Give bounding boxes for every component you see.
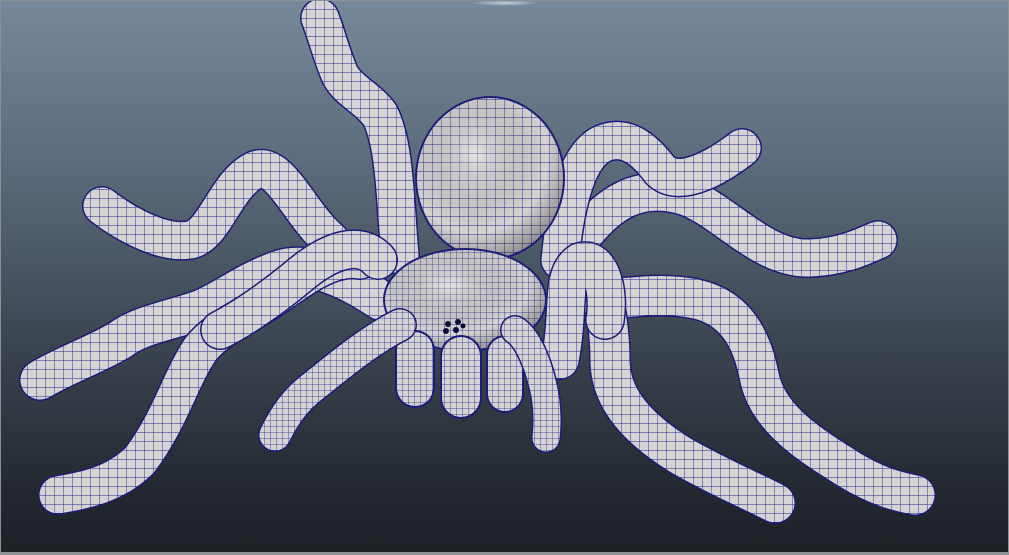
spider-leg-back-right[interactable]	[560, 172, 898, 278]
spider-pedipalp-left[interactable]	[258, 308, 417, 452]
3d-viewport[interactable]	[0, 0, 1009, 555]
spider-mouthparts[interactable]	[395, 330, 524, 419]
spider-leg-back-left[interactable]	[82, 149, 350, 261]
spider-model[interactable]	[0, 0, 1009, 555]
spider-abdomen[interactable]	[415, 96, 565, 260]
